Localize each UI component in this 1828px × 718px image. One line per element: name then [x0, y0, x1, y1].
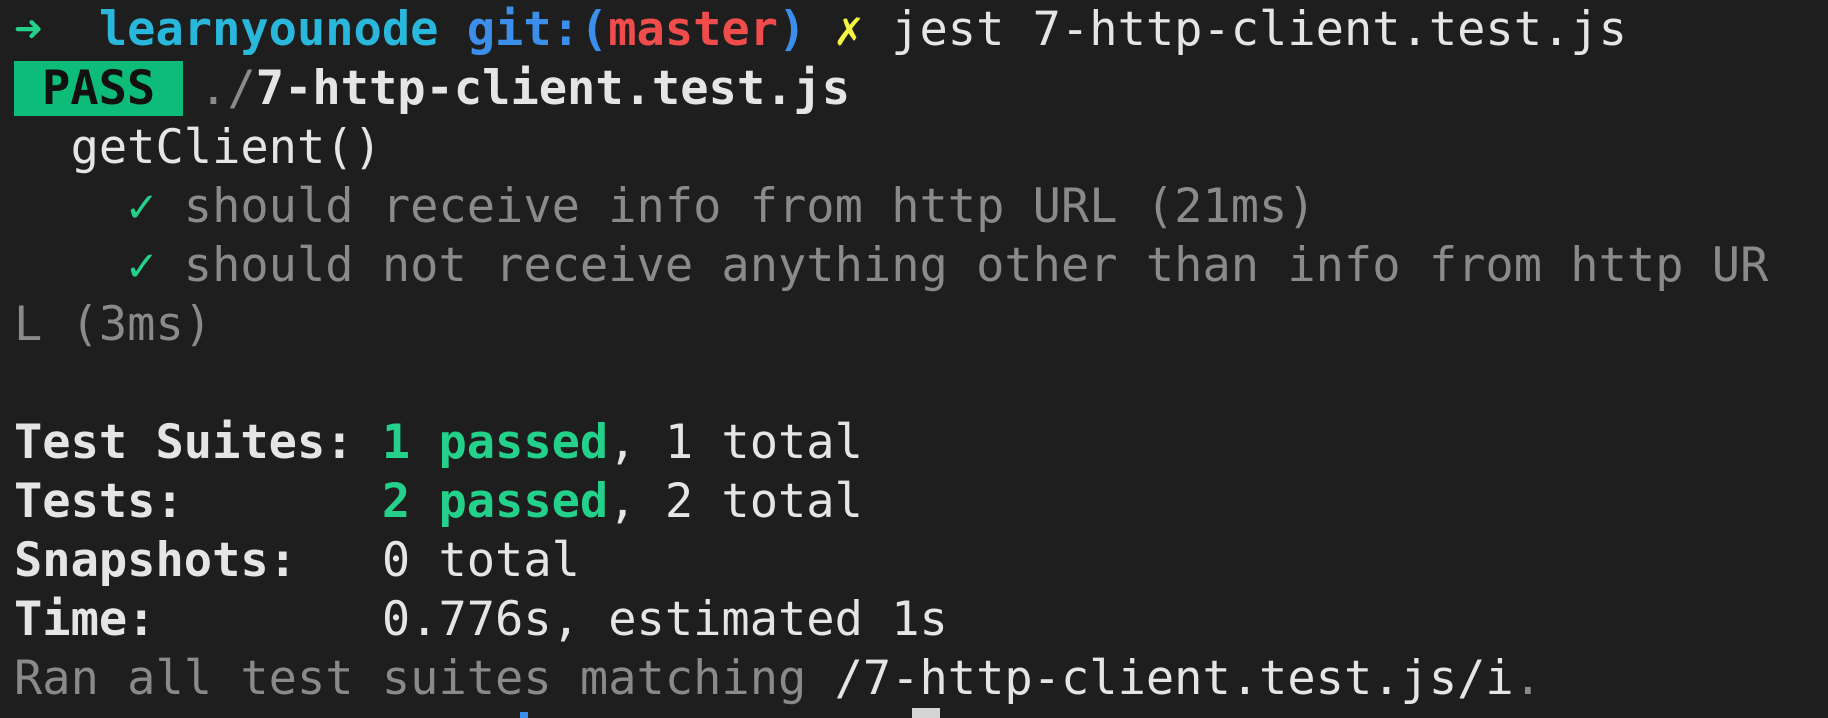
tests-passed: 2 passed	[381, 474, 609, 529]
dirty-mark-icon: ✗	[834, 2, 863, 57]
describe-name: getClient()	[14, 118, 382, 177]
tests-total: , 2 total	[608, 474, 863, 529]
snapshots-value: 0 total	[381, 533, 580, 588]
snapshots-label: Snapshots:	[14, 533, 382, 588]
test-row: ✓ should receive info from http URL (21m…	[14, 177, 1316, 236]
prompt-arrow-icon: ➜	[14, 2, 43, 57]
time-label: Time:	[14, 592, 382, 647]
prompt-line: ➜ learnyounode git:(master) ✗ jest 7-htt…	[14, 0, 1627, 59]
git-label-close: )	[778, 2, 807, 57]
command-text: jest 7-http-client.test.js	[891, 2, 1627, 57]
git-branch: master	[608, 2, 779, 57]
test-name-wrap: L (3ms)	[14, 295, 212, 354]
summary-time: Time: 0.776s, estimated 1s	[14, 590, 948, 649]
suites-passed: 1 passed	[381, 415, 609, 470]
summary-tests: Tests: 2 passed, 2 total	[14, 472, 863, 531]
terminal-cursor	[912, 708, 940, 718]
time-value: 0.776s, estimated 1s	[381, 592, 948, 647]
file-prefix: ./	[199, 61, 256, 116]
ran-prefix: Ran all test suites matching	[14, 651, 835, 706]
test-name: should receive info from http URL (21ms)	[183, 179, 1316, 234]
describe-label: getClient()	[70, 120, 382, 175]
suites-label: Test Suites:	[14, 415, 382, 470]
prompt-directory: learnyounode	[98, 2, 439, 57]
next-prompt-fragment	[520, 712, 528, 718]
suites-total: , 1 total	[608, 415, 863, 470]
summary-snapshots: Snapshots: 0 total	[14, 531, 580, 590]
test-name-continuation: L (3ms)	[14, 297, 213, 352]
summary-suites: Test Suites: 1 passed, 1 total	[14, 413, 863, 472]
status-badge: PASS	[14, 61, 184, 116]
test-name: should not receive anything other than i…	[183, 238, 1769, 293]
check-icon: ✓	[127, 238, 156, 293]
git-label: git:(	[466, 2, 609, 57]
terminal-window[interactable]: ➜ learnyounode git:(master) ✗ jest 7-htt…	[0, 0, 1828, 718]
ran-all-line: Ran all test suites matching /7-http-cli…	[14, 649, 1542, 708]
result-line: PASS ./7-http-client.test.js	[14, 59, 850, 118]
ran-suffix: .	[1513, 651, 1543, 706]
test-row: ✓ should not receive anything other than…	[14, 236, 1768, 295]
check-icon: ✓	[127, 179, 156, 234]
ran-pattern: /7-http-client.test.js/i	[834, 651, 1514, 706]
file-name: 7-http-client.test.js	[255, 61, 851, 116]
tests-label: Tests:	[14, 474, 382, 529]
